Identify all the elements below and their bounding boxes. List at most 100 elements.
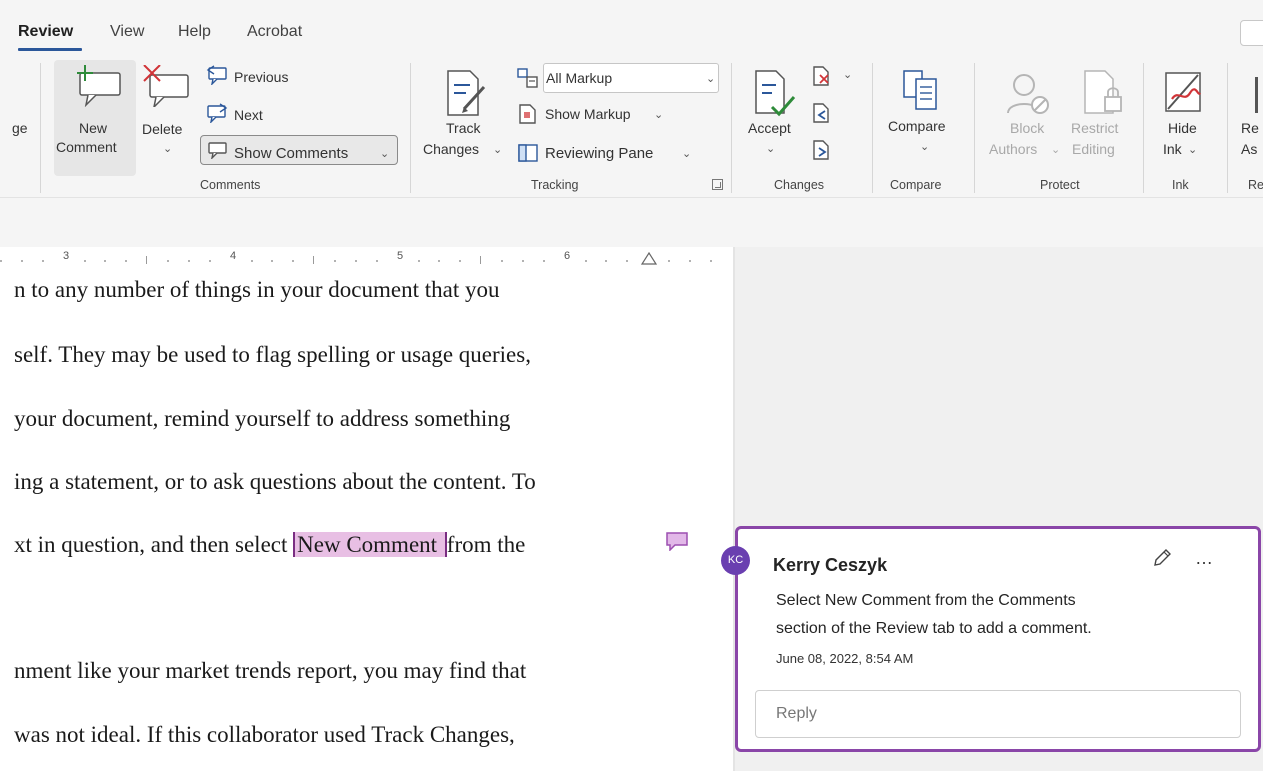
hide-ink-chevron-icon: ⌄ (1188, 144, 1198, 156)
ruler-dot (42, 260, 44, 262)
reject-chevron-icon[interactable]: ⌄ (843, 67, 852, 84)
more-options-icon[interactable]: … (1195, 548, 1214, 569)
ruler-dot (668, 260, 670, 262)
ruler-dot (167, 260, 169, 262)
ruler-dot (438, 260, 440, 262)
right-indent-marker-icon[interactable] (640, 252, 658, 266)
reviewing-pane-icon (518, 144, 538, 162)
comments-group-label: Comments (200, 178, 261, 192)
compare-icon (903, 70, 937, 110)
group-separator (1143, 63, 1144, 193)
next-label: Next (234, 107, 263, 123)
tracking-group-label: Tracking (531, 178, 579, 192)
comment-author: Kerry Ceszyk (773, 555, 888, 575)
new-comment-label-line1: New (79, 120, 108, 136)
ruler-dot (376, 260, 378, 262)
ruler-number: 4 (230, 250, 237, 262)
tab-help[interactable]: Help (178, 23, 211, 41)
next-comment-icon (207, 103, 228, 123)
show-comments-label: Show Comments (234, 145, 349, 162)
reviewing-pane-chevron-icon: ⌄ (682, 148, 692, 160)
ruler-dot (543, 260, 545, 262)
tab-acrobat[interactable]: Acrobat (247, 23, 302, 41)
block-authors-label-line1: Block (1010, 120, 1045, 136)
ruler-dot (459, 260, 461, 262)
show-markup-icon (519, 104, 536, 124)
delete-comment-icon (143, 65, 189, 107)
hide-ink-label-line1: Hide (1168, 120, 1197, 136)
group-separator (872, 63, 873, 193)
ruler-dot (21, 260, 23, 262)
ruler-dot (501, 260, 503, 262)
edit-pencil-icon[interactable] (1151, 547, 1173, 569)
comment-text-line: section of the Review tab to add a comme… (776, 620, 1092, 637)
document-line: your document, remind yourself to addres… (14, 406, 511, 431)
group-separator (410, 63, 411, 193)
reply-input[interactable]: Reply (755, 690, 1241, 738)
cut-off-button-line1[interactable]: Re (1241, 120, 1259, 137)
ruler-dot (522, 260, 524, 262)
track-changes-label-line2: Changes (423, 141, 480, 157)
document-line: ing a statement, or to ask questions abo… (14, 469, 536, 494)
ruler-number: 5 (397, 250, 404, 262)
comment-timestamp: June 08, 2022, 8:54 AM (776, 651, 914, 666)
ruler-dot (104, 260, 106, 262)
accept-change-icon (755, 70, 796, 117)
ruler-number: 3 (63, 250, 70, 262)
cut-off-ribbon-label: ge (12, 120, 28, 136)
show-comments-chevron-icon: ⌄ (380, 148, 390, 160)
ruler-dot (292, 260, 294, 262)
ruler-dot (251, 260, 253, 262)
document-line: was not ideal. If this collaborator used… (14, 722, 515, 747)
commented-text-highlight[interactable]: New Comment (293, 532, 447, 557)
ruler-tick (480, 256, 481, 264)
ruler-dot (271, 260, 273, 262)
document-line-with-comment: xt in question, and then select New Comm… (14, 532, 525, 558)
group-separator (974, 63, 975, 193)
hide-ink-label-line2: Ink (1163, 141, 1182, 157)
accept-chevron-icon: ⌄ (766, 143, 776, 155)
ruler-dot (188, 260, 190, 262)
previous-change-icon[interactable] (812, 102, 832, 124)
delete-label: Delete (142, 121, 183, 137)
block-authors-label-line2: Authors (989, 141, 1038, 157)
ribbon-tabs: Review View Help Acrobat (0, 0, 1263, 57)
cut-off-icon (1255, 77, 1258, 113)
compare-chevron-icon: ⌄ (920, 141, 930, 153)
ribbon: ge New Comment Delete ⌄ Previous Next Sh… (0, 57, 1263, 197)
block-authors-icon (1007, 74, 1049, 114)
track-changes-chevron-icon: ⌄ (493, 144, 503, 156)
new-comment-icon (77, 65, 121, 107)
track-changes-label-line1: Track (446, 120, 481, 136)
comment-anchor-icon[interactable] (665, 531, 689, 551)
comment-text-line: Select New Comment from the Comments (776, 592, 1076, 609)
chevron-down-icon: ⌄ (163, 143, 173, 155)
tab-view[interactable]: View (110, 23, 144, 41)
comments-panel-button[interactable] (1240, 20, 1263, 46)
reply-placeholder: Reply (776, 705, 817, 722)
show-markup-label: Show Markup (545, 106, 631, 122)
horizontal-ruler[interactable] (0, 247, 735, 279)
cut-off-group-label: Re (1248, 178, 1263, 192)
restrict-editing-icon (1084, 70, 1122, 114)
next-change-icon[interactable] (812, 139, 832, 161)
ruler-tick (313, 256, 314, 264)
compare-group-label: Compare (890, 178, 942, 192)
group-separator (731, 63, 732, 193)
ruler-dot (418, 260, 420, 262)
cut-off-button-line2[interactable]: As (1241, 141, 1257, 158)
group-separator (1227, 63, 1228, 193)
ink-group-label: Ink (1172, 178, 1189, 192)
reject-change-icon[interactable] (812, 65, 832, 87)
ruler-dot (355, 260, 357, 262)
tracking-dialog-launcher-icon[interactable] (712, 179, 723, 190)
avatar: KC (721, 546, 750, 575)
markup-select-value: All Markup (546, 70, 613, 86)
reviewing-pane-label: Reviewing Pane (545, 145, 654, 162)
new-comment-label-line2: Comment (56, 139, 117, 155)
ruler-tick (146, 256, 147, 264)
ruler-dot (0, 260, 2, 262)
markup-select-chevron-icon: ⌄ (706, 73, 716, 85)
tab-review[interactable]: Review (18, 23, 73, 41)
ruler-dot (710, 260, 712, 262)
